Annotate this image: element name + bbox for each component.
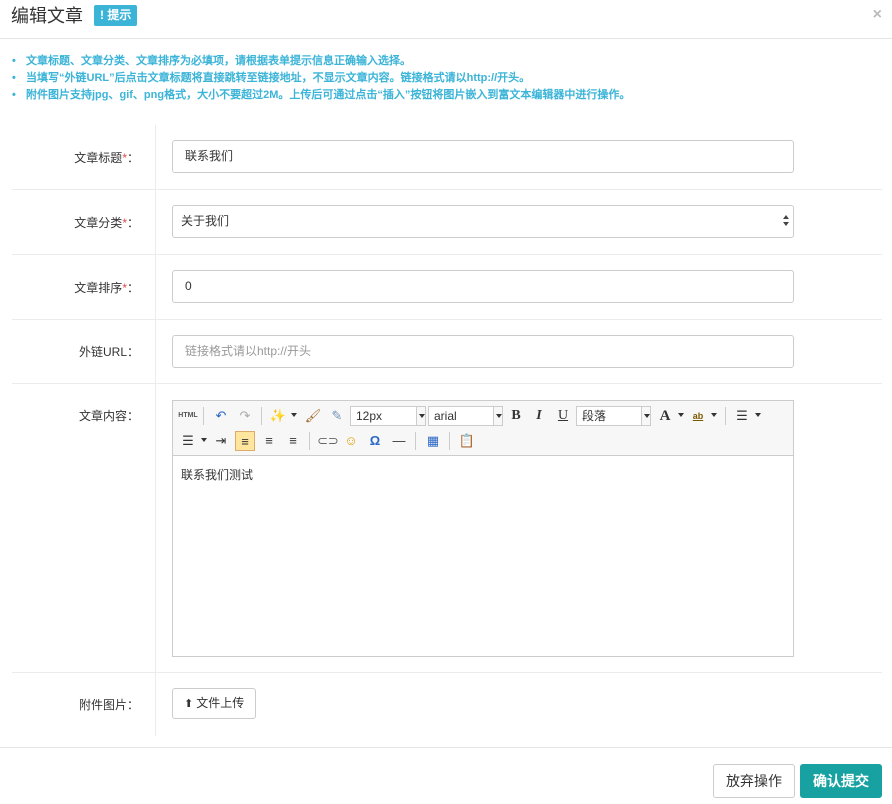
select-arrows-icon (783, 215, 789, 229)
paragraph-select[interactable]: 段落 (576, 406, 651, 426)
modal-title: 编辑文章 (11, 6, 83, 26)
row-category: 文章分类*： 关于我们 (12, 190, 882, 255)
italic-button[interactable]: I (529, 406, 549, 426)
paste-icon[interactable]: 📋 (457, 431, 477, 451)
editor-toolbar: HTML ↶ ↷ ✨ 🖌 ✎ 12px arial B I U 段落 A ab … (173, 401, 793, 456)
emoji-icon[interactable]: ☺ (341, 431, 361, 451)
modal-footer: 放弃操作 确认提交 (0, 747, 892, 804)
font-size-select[interactable]: 12px (350, 406, 426, 426)
url-label: 外链URL： (78, 345, 139, 359)
article-form: 文章标题*： 联系我们 文章分类*： 关于我们 文章排序*： 0 外链URL： … (12, 125, 882, 736)
eraser-icon[interactable]: ✎ (327, 406, 347, 426)
tip-badge[interactable]: ! 提示 (94, 5, 138, 26)
special-char-icon[interactable]: Ω (365, 431, 385, 451)
indent-icon[interactable]: ⇥ (211, 431, 231, 451)
row-attachment: 附件图片： ⬆ 文件上传 (12, 673, 882, 736)
ordered-list-icon[interactable]: ☰ (732, 406, 752, 426)
upload-label: 文件上传 (196, 696, 245, 710)
upload-icon: ⬆ (184, 698, 194, 710)
highlight-button[interactable]: ab (688, 406, 708, 426)
close-icon[interactable]: × (873, 7, 882, 23)
align-center-icon[interactable]: ≡ (259, 431, 279, 451)
tips-list: 文章标题、文章分类、文章排序为必填项，请根据表单提示信息正确输入选择。 当填写“… (12, 53, 882, 104)
table-icon[interactable]: ▦ (423, 431, 443, 451)
content-label: 文章内容： (78, 409, 139, 423)
submit-button[interactable]: 确认提交 (800, 764, 882, 798)
magic-wand-icon[interactable]: ✨ (268, 406, 288, 426)
title-input[interactable]: 联系我们 (172, 140, 794, 173)
url-input[interactable]: 链接格式请以http://开头 (172, 335, 794, 368)
horizontal-rule-icon[interactable]: — (389, 431, 409, 451)
undo-icon[interactable]: ↶ (211, 406, 231, 426)
redo-icon[interactable]: ↷ (235, 406, 255, 426)
bold-button[interactable]: B (506, 406, 526, 426)
format-brush-icon[interactable]: 🖌 (303, 406, 323, 426)
tip-item: 附件图片支持jpg、gif、png格式，大小不要超过2M。上传后可通过点击“插入… (12, 87, 882, 104)
tip-item: 文章标题、文章分类、文章排序为必填项，请根据表单提示信息正确输入选择。 (12, 53, 882, 70)
tip-item: 当填写“外链URL”后点击文章标题将直接跳转至链接地址，不显示文章内容。链接格式… (12, 70, 882, 87)
align-left-icon[interactable]: ≡ (235, 431, 255, 451)
cancel-button[interactable]: 放弃操作 (713, 764, 795, 798)
upload-button[interactable]: ⬆ 文件上传 (172, 688, 257, 719)
font-family-select[interactable]: arial (428, 406, 503, 426)
underline-button[interactable]: U (553, 406, 573, 426)
category-label: 文章分类*： (74, 216, 139, 230)
row-url: 外链URL： 链接格式请以http://开头 (12, 320, 882, 384)
chevron-down-icon[interactable] (753, 406, 761, 426)
chevron-down-icon[interactable] (709, 406, 717, 426)
editor-content[interactable]: 联系我们测试 (181, 466, 253, 483)
chevron-down-icon[interactable] (199, 431, 207, 451)
category-selected: 关于我们 (181, 214, 230, 228)
modal-header: 编辑文章 ! 提示 × (0, 0, 892, 39)
sort-input[interactable]: 0 (172, 270, 794, 303)
rich-text-editor: HTML ↶ ↷ ✨ 🖌 ✎ 12px arial B I U 段落 A ab … (172, 400, 794, 657)
sort-label: 文章排序*： (74, 281, 139, 295)
align-right-icon[interactable]: ≡ (283, 431, 303, 451)
link-icon[interactable]: ⊂⊃ (317, 431, 339, 451)
category-select[interactable]: 关于我们 (172, 205, 794, 238)
chevron-down-icon[interactable] (289, 406, 297, 426)
chevron-down-icon[interactable] (676, 406, 684, 426)
title-label: 文章标题*： (74, 151, 139, 165)
row-sort: 文章排序*： 0 (12, 255, 882, 320)
row-title: 文章标题*： 联系我们 (12, 125, 882, 190)
html-source-button[interactable]: HTML (178, 406, 198, 426)
attachment-label: 附件图片： (78, 698, 139, 712)
font-color-button[interactable]: A (655, 406, 675, 426)
row-content: 文章内容： HTML ↶ ↷ ✨ 🖌 ✎ 12px arial B I U 段落… (12, 384, 882, 673)
unordered-list-icon[interactable]: ☰ (178, 431, 198, 451)
